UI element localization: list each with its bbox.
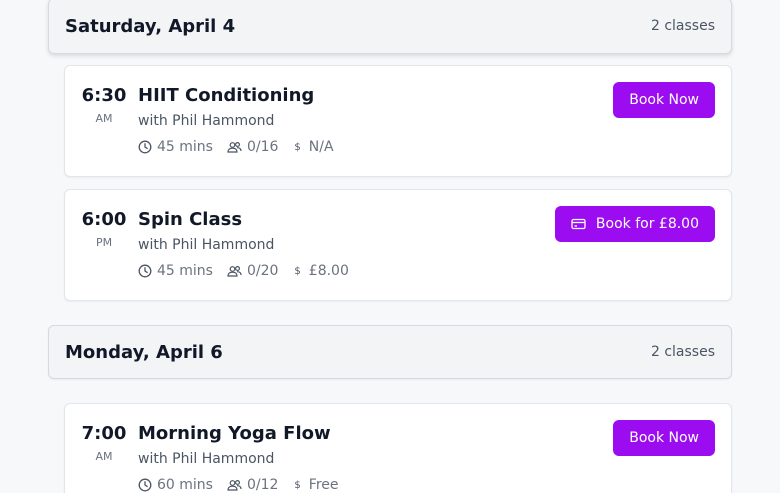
dollar-icon: $ [294,479,301,491]
class-name: Spin Class [138,209,243,230]
dollar-icon: $ [294,265,301,277]
day-header-saturday: Saturday, April 4 2 classes [48,0,732,54]
day-header-monday: Monday, April 6 2 classes [48,325,732,379]
dollar-icon: $ [294,141,301,153]
price: Free [308,477,339,493]
time-value: 6:00 [81,209,127,230]
book-now-button[interactable]: Book Now [613,420,715,456]
time-ampm: AM [95,112,113,125]
duration: 45 mins [157,139,213,155]
price: £8.00 [308,263,349,279]
button-label: Book for £8.00 [595,216,699,232]
day-title: Monday, April 6 [65,341,223,363]
class-time: 7:00 AM [81,423,127,464]
instructor-name: with Phil Hammond [138,113,275,129]
duration: 45 mins [157,263,213,279]
time-value: 6:30 [81,85,127,106]
instructor-name: with Phil Hammond [138,237,275,253]
users-icon [227,479,242,491]
class-time: 6:00 PM [81,209,127,250]
day-class-count: 2 classes [650,18,715,34]
users-icon [227,141,242,153]
clock-icon [138,478,152,492]
class-card: 7:00 AM Morning Yoga Flow with Phil Hamm… [64,403,732,493]
day-class-count: 2 classes [650,344,715,360]
book-paid-button[interactable]: Book for £8.00 [554,206,715,242]
class-time: 6:30 AM [81,85,127,126]
users-icon [227,265,242,277]
time-value: 7:00 [81,423,127,444]
clock-icon [138,140,152,154]
duration: 60 mins [157,477,213,493]
day-title: Saturday, April 4 [65,15,236,37]
class-name: HIIT Conditioning [138,85,315,106]
credit-card-icon [571,218,586,230]
capacity: 0/20 [246,263,279,279]
capacity: 0/16 [246,139,279,155]
button-label: Book Now [629,430,699,446]
price: N/A [308,139,334,155]
time-ampm: AM [95,450,113,463]
clock-icon [138,264,152,278]
instructor-name: with Phil Hammond [138,451,275,467]
class-card: 6:00 PM Spin Class with Phil Hammond 45 … [64,189,732,301]
class-card: 6:30 AM HIIT Conditioning with Phil Hamm… [64,65,732,177]
capacity: 0/12 [246,477,279,493]
book-now-button[interactable]: Book Now [613,82,715,118]
time-ampm: PM [95,236,113,249]
button-label: Book Now [629,92,699,108]
class-name: Morning Yoga Flow [138,423,331,444]
